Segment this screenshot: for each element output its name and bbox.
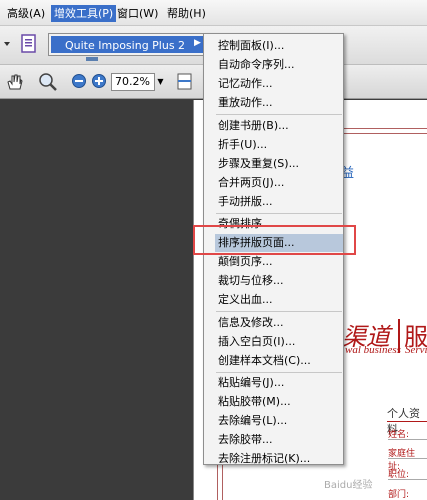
- menu-separator: [216, 213, 342, 214]
- field-department: 部门:: [388, 490, 410, 500]
- field-line: [388, 439, 427, 440]
- page-layout-icon[interactable]: [176, 72, 194, 92]
- brand-name-en2: Servi: [405, 344, 427, 356]
- zoom-in-icon[interactable]: [91, 73, 107, 89]
- menu-advanced[interactable]: 高级(A): [4, 5, 48, 22]
- brand-name-en: wal business: [345, 344, 401, 356]
- zoom-dropdown-icon[interactable]: ▼: [155, 73, 166, 91]
- menu-item-trim-shift[interactable]: 裁切与位移...: [218, 272, 342, 290]
- zoom-out-icon[interactable]: [71, 73, 87, 89]
- menu-window[interactable]: 窗口(W): [114, 5, 161, 22]
- menu-item-fold[interactable]: 折手(U)...: [218, 136, 342, 154]
- submenu-arrow-icon: ▶: [194, 38, 201, 48]
- menu-item-create-booklet[interactable]: 创建书册(B)...: [218, 117, 342, 135]
- menu-item-merge-two-pages[interactable]: 合并两页(J)...: [218, 174, 342, 192]
- plugin-submenu[interactable]: Quite Imposing Plus 2 ▶: [48, 33, 206, 56]
- menu-separator: [216, 372, 342, 373]
- menu-item-info-modify[interactable]: 信息及修改...: [218, 314, 342, 332]
- menu-item-remove-reg-marks[interactable]: 去除注册标记(K)...: [218, 450, 342, 468]
- menu-separator: [216, 114, 342, 115]
- plugin-submenu-label[interactable]: Quite Imposing Plus 2: [65, 39, 185, 52]
- menu-help[interactable]: 帮助(H): [164, 5, 209, 22]
- zoom-level-field[interactable]: 70.2%: [111, 73, 155, 91]
- menu-item-step-repeat[interactable]: 步骤及重复(S)...: [218, 155, 342, 173]
- document-background: [0, 100, 193, 500]
- menu-item-auto-sequence[interactable]: 自动命令序列...: [218, 56, 342, 74]
- menu-item-remember-action[interactable]: 记忆动作...: [218, 75, 342, 93]
- menu-item-paste-tape[interactable]: 粘贴胶带(M)...: [218, 393, 342, 411]
- field-line: [388, 479, 427, 480]
- tool-icon[interactable]: [84, 55, 100, 63]
- menu-item-insert-blank[interactable]: 插入空白页(I)...: [218, 333, 342, 351]
- menu-item-control-panel[interactable]: 控制面板(I)...: [218, 37, 342, 55]
- field-line: [388, 458, 427, 459]
- menu-plugins[interactable]: 增效工具(P): [51, 5, 117, 22]
- highlight-annotation-box: [193, 225, 356, 255]
- menu-separator: [216, 311, 342, 312]
- profile-underline: [387, 421, 427, 422]
- menu-bar: 高级(A) 增效工具(P) 窗口(W) 帮助(H): [0, 0, 427, 26]
- menu-item-reverse-order[interactable]: 颠倒页序...: [218, 253, 342, 271]
- menu-item-manual-imposition[interactable]: 手动拼版...: [218, 193, 342, 211]
- zoom-icon[interactable]: [37, 71, 59, 93]
- hand-tool-icon[interactable]: [4, 72, 24, 92]
- menu-item-remove-number[interactable]: 去除编号(L)...: [218, 412, 342, 430]
- menu-item-define-bleed[interactable]: 定义出血...: [218, 291, 342, 309]
- watermark: Baidu经验: [324, 480, 373, 491]
- menu-item-replay-action[interactable]: 重放动作...: [218, 94, 342, 112]
- menu-item-remove-tape[interactable]: 去除胶带...: [218, 431, 342, 449]
- menu-item-paste-number[interactable]: 粘贴编号(J)...: [218, 374, 342, 392]
- dropdown-arrow-icon[interactable]: [3, 39, 11, 49]
- menu-item-create-sample[interactable]: 创建样本文档(C)...: [218, 352, 342, 370]
- document-icon[interactable]: [20, 33, 38, 55]
